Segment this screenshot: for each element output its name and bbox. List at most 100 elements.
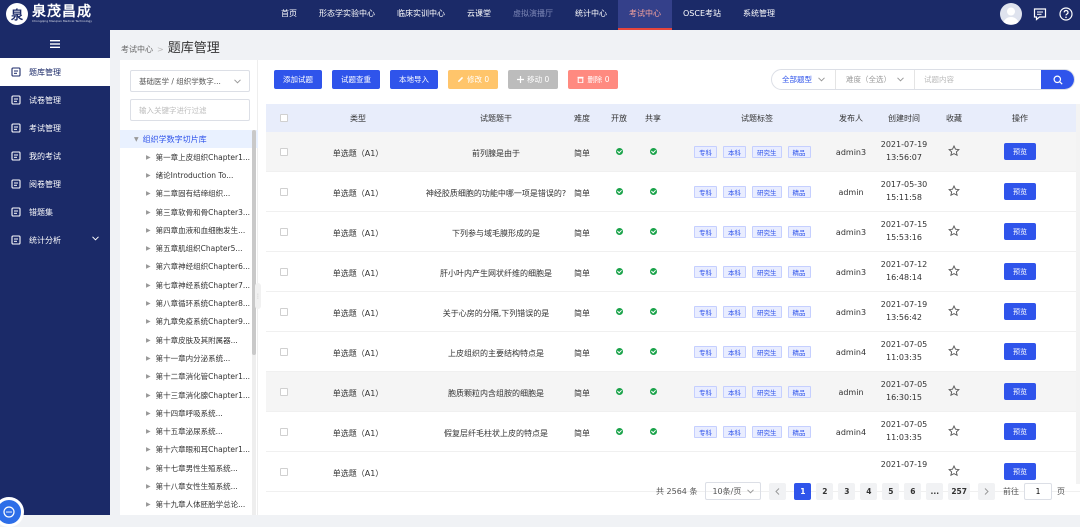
row-checkbox[interactable]: [280, 468, 288, 476]
sidebar-item-2[interactable]: 考试管理: [0, 114, 110, 142]
question-tag[interactable]: 专科: [694, 266, 717, 278]
row-checkbox[interactable]: [280, 308, 288, 316]
avatar[interactable]: [1000, 3, 1022, 25]
sidebar-item-6[interactable]: 统计分析: [0, 226, 110, 254]
question-tag[interactable]: 研究生: [752, 346, 782, 358]
question-tag[interactable]: 研究生: [752, 266, 782, 278]
tree-node[interactable]: ▶ 第三章软骨和骨Chapter3...: [120, 203, 258, 221]
star-icon[interactable]: [948, 185, 960, 197]
nav-item-7[interactable]: OSCE考站: [672, 0, 732, 30]
question-tag[interactable]: 研究生: [752, 146, 782, 158]
message-icon[interactable]: [1032, 6, 1048, 22]
tree-node[interactable]: ▶ 绪论Introduction To...: [120, 166, 258, 184]
breadcrumb-parent[interactable]: 考试中心: [121, 44, 153, 55]
table-row[interactable]: 单选题（A1） 上皮组织的主要结构特点是 简单 专科 本科 研究生 精品 admin4 2021…: [266, 332, 1080, 372]
question-search-input[interactable]: [914, 70, 1041, 89]
tree-node[interactable]: ▶ 第十五章泌尿系统...: [120, 422, 258, 440]
select-all-checkbox[interactable]: [280, 114, 288, 122]
tree-node[interactable]: ▶ 第十一章内分泌系统...: [120, 349, 258, 367]
question-tag[interactable]: 专科: [694, 426, 717, 438]
question-tag[interactable]: 研究生: [752, 386, 782, 398]
page-number-button[interactable]: ...: [926, 482, 944, 500]
tree-node[interactable]: ▶ 第一章上皮组织Chapter1...: [120, 148, 258, 166]
page-number-button[interactable]: 6: [904, 482, 922, 500]
star-icon[interactable]: [948, 425, 960, 437]
menu-toggle-icon[interactable]: [0, 30, 110, 58]
preview-button[interactable]: 预览: [1004, 423, 1036, 440]
nav-item-2[interactable]: 临床实训中心: [386, 0, 456, 30]
preview-button[interactable]: 预览: [1004, 303, 1036, 320]
star-icon[interactable]: [948, 345, 960, 357]
question-tag[interactable]: 研究生: [752, 306, 782, 318]
question-tag[interactable]: 本科: [723, 386, 746, 398]
tree-node[interactable]: ▶ 第二章固有结缔组织...: [120, 185, 258, 203]
search-button[interactable]: [1041, 70, 1074, 89]
question-tag[interactable]: 专科: [694, 346, 717, 358]
sidebar-item-5[interactable]: 错题集: [0, 198, 110, 226]
question-tag[interactable]: 精品: [787, 346, 811, 358]
nav-item-3[interactable]: 云课堂: [456, 0, 502, 30]
question-tag[interactable]: 精品: [787, 426, 811, 438]
tree-node[interactable]: ▶ 第十四章呼吸系统...: [120, 404, 258, 422]
question-tag[interactable]: 本科: [723, 306, 746, 318]
question-tag[interactable]: 研究生: [752, 426, 782, 438]
sidebar-item-3[interactable]: 我的考试: [0, 142, 110, 170]
table-scrollbar[interactable]: [1076, 104, 1080, 484]
table-row[interactable]: 单选题（A1） 胞质颗粒内含组胺的细胞是 简单 专科 本科 研究生 精品 admin 2021-…: [266, 372, 1080, 412]
page-number-button[interactable]: 257: [948, 482, 970, 500]
star-icon[interactable]: [948, 465, 960, 477]
goto-page-input[interactable]: [1023, 482, 1052, 500]
table-row[interactable]: 单选题（A1） 神经胶质细胞的功能中哪一项是错误的? 简单 专科 本科 研究生 精品 admi…: [266, 172, 1080, 212]
duplicate-check-button[interactable]: 试题查重: [332, 70, 380, 89]
question-tag[interactable]: 精品: [787, 226, 811, 238]
tree-node[interactable]: ▶ 第十八章女性生殖系统...: [120, 477, 258, 495]
sidebar-item-1[interactable]: 试卷管理: [0, 86, 110, 114]
nav-item-4[interactable]: 虚拟演播厅: [502, 0, 564, 30]
tree-filter-input[interactable]: [130, 99, 250, 121]
tree-node[interactable]: ▶ 第九章免疫系统Chapter9...: [120, 313, 258, 331]
help-icon[interactable]: [1058, 6, 1074, 22]
chat-bubble-icon[interactable]: [0, 497, 24, 527]
page-number-button[interactable]: 3: [838, 482, 856, 500]
tree-node[interactable]: ▶ 第十章皮肤及其附属器...: [120, 331, 258, 349]
nav-item-0[interactable]: 首页: [270, 0, 308, 30]
nav-item-8[interactable]: 系统管理: [732, 0, 786, 30]
row-checkbox[interactable]: [280, 228, 288, 236]
local-import-button[interactable]: 本地导入: [390, 70, 438, 89]
question-tag[interactable]: 专科: [694, 146, 717, 158]
category-select[interactable]: 基础医学 / 组织学数字...: [130, 70, 250, 92]
tree-node[interactable]: ▶ 第十九章人体胚胎学总论...: [120, 496, 258, 514]
question-tag[interactable]: 研究生: [752, 226, 782, 238]
page-number-button[interactable]: 5: [882, 482, 900, 500]
star-icon[interactable]: [948, 305, 960, 317]
question-tag[interactable]: 本科: [723, 146, 746, 158]
question-tag[interactable]: 本科: [723, 426, 746, 438]
preview-button[interactable]: 预览: [1004, 343, 1036, 360]
table-row[interactable]: 单选题（A1） 肝小叶内产生网状纤维的细胞是 简单 专科 本科 研究生 精品 admin3 20…: [266, 252, 1080, 292]
star-icon[interactable]: [948, 225, 960, 237]
table-row[interactable]: 单选题（A1） 假复层纤毛柱状上皮的特点是 简单 专科 本科 研究生 精品 admin4 202…: [266, 412, 1080, 452]
brand-logo[interactable]: 泉 泉茂昌成 Chongqing Maoqian Medical Technol…: [6, 3, 92, 25]
question-tag[interactable]: 专科: [694, 386, 717, 398]
row-checkbox[interactable]: [280, 268, 288, 276]
nav-item-6[interactable]: 考试中心: [618, 0, 672, 30]
sidebar-item-4[interactable]: 阅卷管理: [0, 170, 110, 198]
table-row[interactable]: 单选题（A1） 前列腺是由于 简单 专科 本科 研究生 精品 admin3 2021-07-19…: [266, 132, 1080, 172]
question-tag[interactable]: 本科: [723, 346, 746, 358]
tree-node[interactable]: ▶ 第十七章男性生殖系统...: [120, 459, 258, 477]
add-question-button[interactable]: 添加试题: [274, 70, 322, 89]
table-row[interactable]: 单选题（A1） 下列参与域毛膜形成的是 简单 专科 本科 研究生 精品 admin3 2021-…: [266, 212, 1080, 252]
page-number-button[interactable]: 1: [794, 482, 812, 500]
row-checkbox[interactable]: [280, 428, 288, 436]
question-tag[interactable]: 精品: [787, 386, 811, 398]
nav-item-5[interactable]: 统计中心: [564, 0, 618, 30]
tree-node[interactable]: ▶ 第八章循环系统Chapter8...: [120, 294, 258, 312]
preview-button[interactable]: 预览: [1004, 143, 1036, 160]
row-checkbox[interactable]: [280, 188, 288, 196]
preview-button[interactable]: 预览: [1004, 183, 1036, 200]
star-icon[interactable]: [948, 145, 960, 157]
sidebar-item-0[interactable]: 题库管理: [0, 58, 110, 86]
question-type-select[interactable]: 全部题型: [772, 70, 835, 89]
question-tag[interactable]: 精品: [787, 186, 811, 198]
page-number-button[interactable]: 2: [816, 482, 834, 500]
